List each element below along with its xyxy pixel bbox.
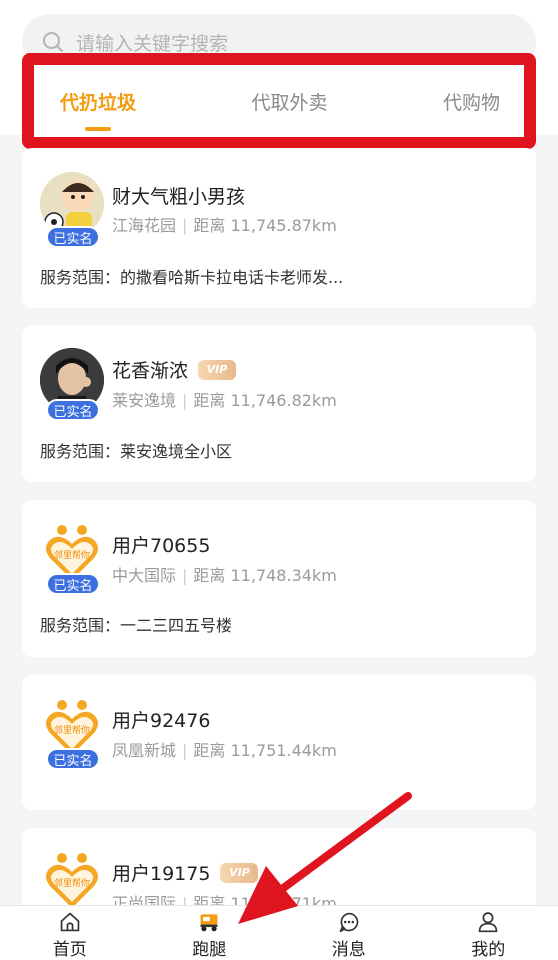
runner-location: 江海花园 | 距离 11,745.87km [112, 212, 337, 236]
home-icon [60, 912, 80, 932]
tabs-highlight-frame: 代扔垃圾 代取外卖 代购物 [22, 53, 536, 149]
vip-badge: VIP [220, 862, 259, 883]
runner-location: 中大国际 | 距离 11,748.34km [112, 562, 337, 586]
runner-name-text: 财大气粗小男孩 [112, 186, 246, 208]
runner-name-text: 用户92476 [112, 710, 211, 732]
runner-card[interactable]: 已实名 花香渐浓 VIP 莱安逸境 | 距离 11,746.82km 服务范围：莱安逸… [22, 325, 536, 482]
runner-card[interactable]: 邻里帮你 已实名 用户92476 凤凰新城 | 距离 11,751.44km [22, 675, 536, 810]
vip-badge: VIP [198, 359, 237, 380]
service-range: 服务范围：的撒看哈斯卡拉电话卡老师发... [40, 268, 344, 287]
verified-badge: 已实名 [46, 748, 100, 770]
logo-text: 邻里帮你 [54, 549, 90, 561]
runner-card[interactable]: 已实名 财大气粗小男孩 江海花园 | 距离 11,745.87km 服务范围：的撒看… [22, 148, 536, 308]
divider: | [182, 216, 188, 235]
distance: 距离 11,745.87km [193, 216, 337, 235]
runner-name-text: 用户19175 [112, 863, 211, 885]
divider: | [182, 566, 188, 585]
verified-badge: 已实名 [46, 573, 100, 595]
active-tab-indicator [85, 127, 111, 131]
nav-home[interactable]: 首页 [0, 906, 140, 960]
search-placeholder: 请输入关键字搜索 [76, 32, 229, 55]
runner-name-text: 花香渐浓 [112, 360, 189, 382]
location-name: 莱安逸境 [112, 391, 177, 410]
location-name: 中大国际 [112, 566, 177, 585]
runner-name: 用户92476 [112, 706, 210, 733]
logo-text: 邻里帮你 [54, 877, 90, 889]
runner-name: 用户19175 VIP [112, 859, 259, 886]
runner-name-text: 用户70655 [112, 535, 211, 557]
runner-name: 花香渐浓 VIP [112, 356, 237, 383]
distance: 距离 11,751.44km [193, 741, 337, 760]
logo-text: 邻里帮你 [54, 724, 90, 736]
nav-messages[interactable]: 消息 [279, 906, 419, 960]
tab-garbage-label: 代扔垃圾 [60, 91, 137, 114]
location-name: 凤凰新城 [112, 741, 177, 760]
tab-garbage[interactable]: 代扔垃圾 [60, 65, 136, 137]
runner-card[interactable]: 邻里帮你 已实名 用户70655 中大国际 | 距离 11,748.34km 服务范… [22, 500, 536, 657]
location-name: 江海花园 [112, 216, 177, 235]
search-icon [43, 32, 63, 52]
nav-messages-label: 消息 [331, 940, 366, 960]
runner-name: 财大气粗小男孩 [112, 182, 245, 209]
tab-takeout-label: 代取外卖 [251, 91, 328, 114]
service-range: 服务范围：莱安逸境全小区 [40, 442, 233, 461]
tab-shopping-label: 代购物 [442, 91, 500, 114]
message-icon [339, 912, 359, 933]
nav-errand-label: 跑腿 [192, 940, 227, 960]
verified-badge: 已实名 [46, 399, 100, 421]
divider: | [182, 391, 188, 410]
nav-errand[interactable]: 跑腿 [140, 906, 280, 960]
user-icon [478, 912, 498, 933]
distance: 距离 11,746.82km [193, 391, 337, 410]
verified-badge: 已实名 [46, 226, 100, 248]
nav-mine[interactable]: 我的 [419, 906, 558, 960]
service-range: 服务范围：一二三四五号楼 [40, 616, 233, 635]
distance: 距离 11,748.34km [193, 566, 337, 585]
bottom-nav: 首页 跑腿 消息 我的 [0, 905, 558, 960]
runner-location: 莱安逸境 | 距离 11,746.82km [112, 387, 337, 411]
tab-shopping[interactable]: 代购物 [443, 65, 500, 137]
runner-name: 用户70655 [112, 531, 210, 558]
tab-takeout[interactable]: 代取外卖 [251, 65, 327, 137]
runner-location: 凤凰新城 | 距离 11,751.44km [112, 737, 337, 761]
scooter-icon [200, 914, 218, 932]
category-tabs: 代扔垃圾 代取外卖 代购物 [44, 65, 514, 137]
divider: | [182, 741, 188, 760]
nav-home-label: 首页 [52, 940, 87, 960]
nav-mine-label: 我的 [471, 940, 506, 960]
